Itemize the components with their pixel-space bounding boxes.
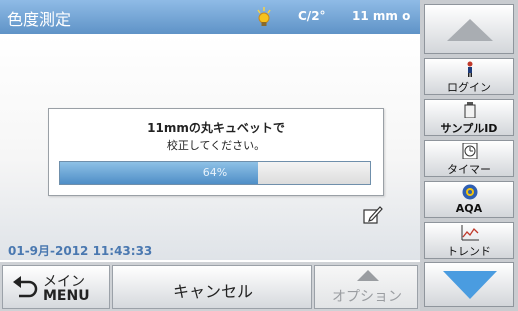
edit-icon[interactable] — [362, 204, 384, 226]
login-label: ログイン — [447, 81, 491, 94]
triangle-up-icon — [357, 270, 379, 281]
cuvette-label: 11 mm o — [352, 9, 411, 23]
login-button[interactable]: ログイン — [424, 58, 514, 95]
timer-button[interactable]: タイマー — [424, 140, 514, 177]
options-label: オプション — [332, 289, 402, 305]
sample-id-label: サンプルID — [440, 122, 498, 135]
condition-label: C/2° — [298, 9, 326, 23]
arrow-up-icon — [447, 19, 493, 41]
aqa-label: AQA — [455, 202, 483, 215]
dialog-message-line1: 11mmの丸キュベットで — [147, 121, 285, 135]
progress-bar: 64% — [59, 161, 371, 185]
title-bar: 色度測定 C/2° 11 mm o — [0, 0, 420, 34]
arrow-down-icon — [443, 271, 497, 299]
lamp-icon — [257, 7, 271, 26]
main-menu-button[interactable]: メイン MENU — [2, 265, 110, 309]
timer-label: タイマー — [447, 163, 491, 176]
back-arrow-icon — [13, 276, 38, 298]
cancel-button[interactable]: キャンセル — [112, 265, 312, 309]
progress-text: 64% — [202, 166, 228, 179]
calibration-dialog: 11mmの丸キュベットで 校正してください。 64% — [48, 108, 384, 196]
person-icon — [467, 61, 473, 77]
timer-icon — [462, 143, 478, 159]
page-title: 色度測定 — [7, 10, 72, 29]
cancel-label: キャンセル — [172, 282, 253, 301]
sample-bottle-icon — [464, 102, 476, 118]
main-menu-label-en: MENU — [43, 288, 90, 304]
trend-button[interactable]: トレンド — [424, 222, 514, 259]
aqa-icon — [462, 184, 478, 200]
sample-id-button[interactable]: サンプルID — [424, 99, 514, 136]
scroll-up-button[interactable] — [424, 4, 514, 54]
screen: 色度測定 C/2° 11 mm o 11mmの丸キュベットで 校正してください。… — [0, 0, 518, 311]
dialog-message-line2: 校正してください。 — [166, 139, 266, 152]
datetime-label: 01-9月-2012 11:43:33 — [8, 244, 153, 258]
aqa-button[interactable]: AQA — [424, 181, 514, 218]
options-button[interactable]: オプション — [314, 265, 418, 309]
trend-label: トレンド — [447, 245, 491, 258]
scroll-down-button[interactable] — [424, 262, 514, 307]
trend-chart-icon — [461, 225, 479, 241]
